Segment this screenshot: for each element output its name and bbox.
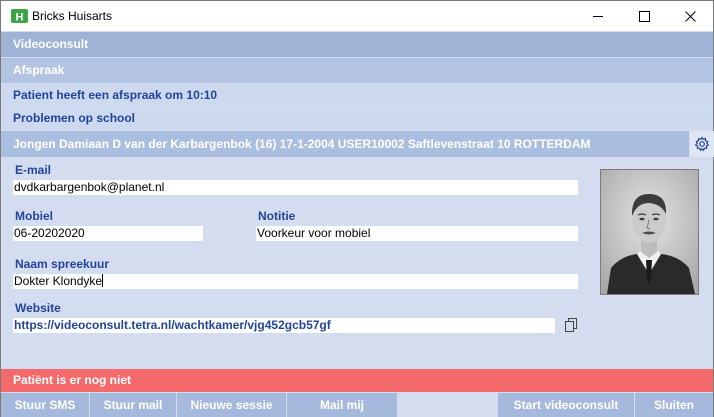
mobiel-label: Mobiel — [15, 209, 53, 223]
stuur-mail-button[interactable]: Stuur mail — [90, 393, 177, 417]
email-field[interactable]: dvdkarbargenbok@planet.nl — [13, 180, 578, 195]
videoconsult-window: H Bricks Huisarts Videoconsult Afspraak … — [0, 0, 714, 417]
mobiel-field[interactable]: 06-20202020 — [13, 226, 203, 241]
gear-icon — [694, 136, 710, 152]
minimize-icon — [592, 15, 603, 17]
notitie-label: Notitie — [258, 209, 296, 223]
maximize-icon — [638, 10, 650, 22]
appointment-info: Patient heeft een afspraak om 10:10 — [1, 84, 713, 106]
button-bar-spacer — [398, 393, 498, 417]
email-label: E-mail — [15, 163, 52, 177]
patient-info-bar: Jongen Damiaan D van der Karbargenbok (1… — [1, 131, 689, 157]
title-bar[interactable]: H Bricks Huisarts — [1, 1, 713, 31]
close-icon — [684, 10, 696, 22]
website-link[interactable]: https://videoconsult.tetra.nl/wachtkamer… — [13, 318, 555, 333]
copy-icon[interactable] — [563, 317, 579, 333]
window-title: Bricks Huisarts — [32, 9, 113, 23]
start-videoconsult-button[interactable]: Start videoconsult — [498, 393, 635, 417]
sluiten-button[interactable]: Sluiten — [635, 393, 713, 417]
patient-portrait — [601, 170, 698, 294]
notitie-field[interactable]: Voorkeur voor mobiel — [256, 226, 578, 241]
stuur-sms-button[interactable]: Stuur SMS — [1, 393, 90, 417]
svg-text:H: H — [16, 12, 24, 24]
app-logo-icon: H — [11, 9, 28, 24]
minimize-button[interactable] — [575, 1, 621, 31]
appointment-reason: Problemen op school — [1, 107, 713, 129]
spreekuur-value: Dokter Klondyke — [14, 274, 103, 288]
videoconsult-header: Videoconsult — [1, 32, 713, 57]
patient-status-bar: Patiënt is er nog niet — [1, 369, 713, 392]
settings-button[interactable] — [690, 131, 714, 157]
nieuwe-sessie-button[interactable]: Nieuwe sessie — [177, 393, 287, 417]
spreekuur-label: Naam spreekuur — [15, 257, 110, 271]
maximize-button[interactable] — [621, 1, 667, 31]
spreekuur-field[interactable]: Dokter Klondyke — [13, 274, 578, 289]
patient-photo — [600, 169, 699, 295]
close-button[interactable] — [667, 1, 713, 31]
afspraak-header[interactable]: Afspraak — [1, 58, 713, 83]
text-caret — [102, 274, 104, 287]
mail-mij-button[interactable]: Mail mij — [287, 393, 398, 417]
website-label: Website — [15, 301, 61, 315]
action-button-bar: Stuur SMS Stuur mail Nieuwe sessie Mail … — [1, 393, 713, 417]
